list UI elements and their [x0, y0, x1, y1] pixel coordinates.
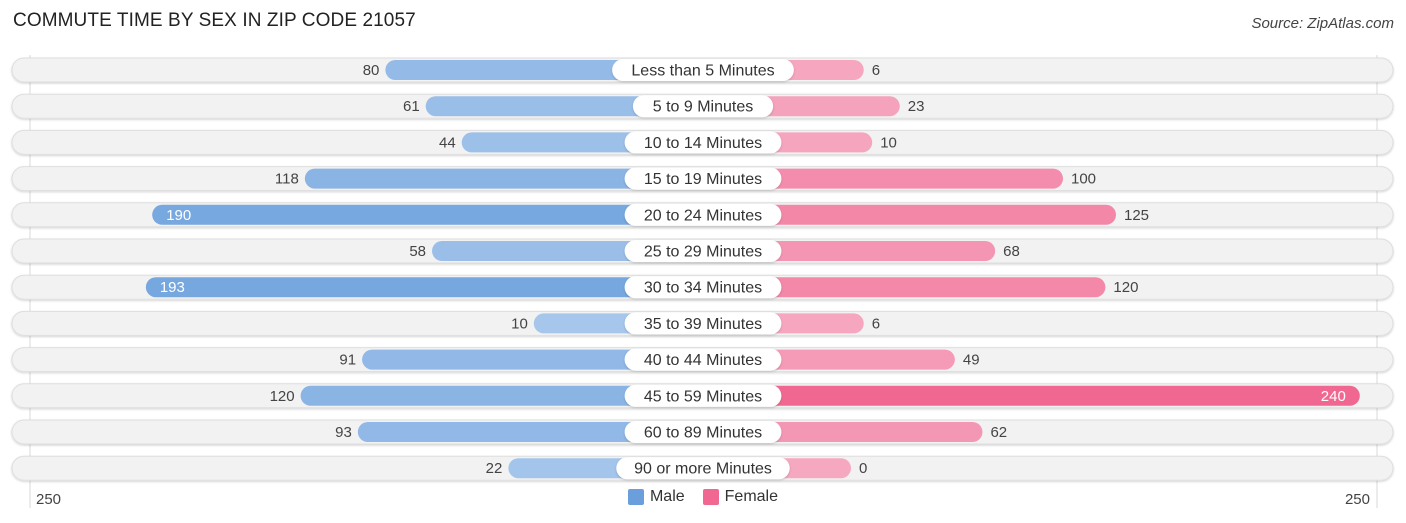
category-label: Less than 5 Minutes [631, 63, 774, 80]
value-label-male: 118 [275, 171, 299, 188]
value-label-male: 58 [409, 243, 426, 260]
bar-male [152, 204, 703, 225]
value-label-male: 80 [363, 62, 380, 79]
table-row: 30 to 34 Minutes 193 120 [11, 274, 1394, 300]
legend-item-female[interactable]: Female [702, 488, 779, 506]
value-label-male: 190 [166, 207, 191, 224]
category-label: 30 to 34 Minutes [644, 280, 762, 297]
table-row: 45 to 59 Minutes 120 240 [11, 383, 1394, 409]
value-label-female: 6 [872, 315, 880, 332]
table-row: 40 to 44 Minutes 91 49 [11, 347, 1394, 373]
table-row: Less than 5 Minutes 80 6 [11, 57, 1394, 83]
value-label-male: 120 [270, 388, 295, 405]
value-label-male: 44 [439, 134, 456, 151]
category-label: 10 to 14 Minutes [644, 135, 762, 152]
legend-label-female: Female [724, 488, 779, 505]
value-label-male: 93 [335, 424, 352, 441]
category-label: 25 to 29 Minutes [644, 244, 762, 261]
value-label-female: 100 [1071, 171, 1096, 188]
table-row: 5 to 9 Minutes 61 23 [11, 93, 1394, 119]
category-label: 35 to 39 Minutes [644, 316, 762, 333]
value-label-female: 49 [963, 352, 980, 369]
category-label: 45 to 59 Minutes [644, 388, 762, 405]
category-label: 60 to 89 Minutes [644, 425, 762, 442]
category-label: 40 to 44 Minutes [644, 352, 762, 369]
value-label-female: 125 [1124, 207, 1149, 224]
table-row: 20 to 24 Minutes 190 125 [11, 202, 1394, 228]
value-label-female: 6 [872, 62, 880, 79]
value-label-female: 120 [1113, 279, 1138, 296]
value-label-male: 22 [486, 460, 503, 477]
chart-canvas: Less than 5 Minutes 80 6 5 to 9 Minutes 61 23… [11, 55, 1394, 508]
table-row: 60 to 89 Minutes 93 62 [11, 419, 1394, 445]
category-label: 15 to 19 Minutes [644, 171, 762, 188]
table-row: 25 to 29 Minutes 58 68 [11, 238, 1394, 264]
bar-male [145, 277, 704, 298]
bar-female [703, 385, 1360, 406]
value-label-female: 10 [880, 134, 897, 151]
legend-item-male[interactable]: Male [627, 488, 685, 506]
legend-swatch-male [627, 489, 644, 505]
table-row: 10 to 14 Minutes 44 10 [11, 129, 1394, 155]
value-label-male: 61 [403, 98, 420, 115]
category-label: 90 or more Minutes [634, 461, 772, 478]
table-row: 15 to 19 Minutes 118 100 [11, 166, 1394, 192]
value-label-female: 0 [859, 460, 867, 477]
legend: Male Female [0, 488, 1406, 506]
value-label-male: 91 [339, 352, 356, 369]
category-label: 5 to 9 Minutes [653, 99, 754, 116]
value-label-female: 240 [1321, 388, 1346, 405]
table-row: 35 to 39 Minutes 10 6 [11, 310, 1394, 336]
value-label-female: 62 [990, 424, 1007, 441]
legend-label-male: Male [649, 488, 685, 505]
legend-swatch-female [702, 489, 719, 505]
value-label-female: 23 [908, 98, 925, 115]
table-row: 90 or more Minutes 22 0 [11, 455, 1394, 481]
value-label-male: 10 [511, 315, 528, 332]
value-label-female: 68 [1003, 243, 1020, 260]
value-label-male: 193 [160, 279, 185, 296]
category-label: 20 to 24 Minutes [644, 207, 762, 224]
